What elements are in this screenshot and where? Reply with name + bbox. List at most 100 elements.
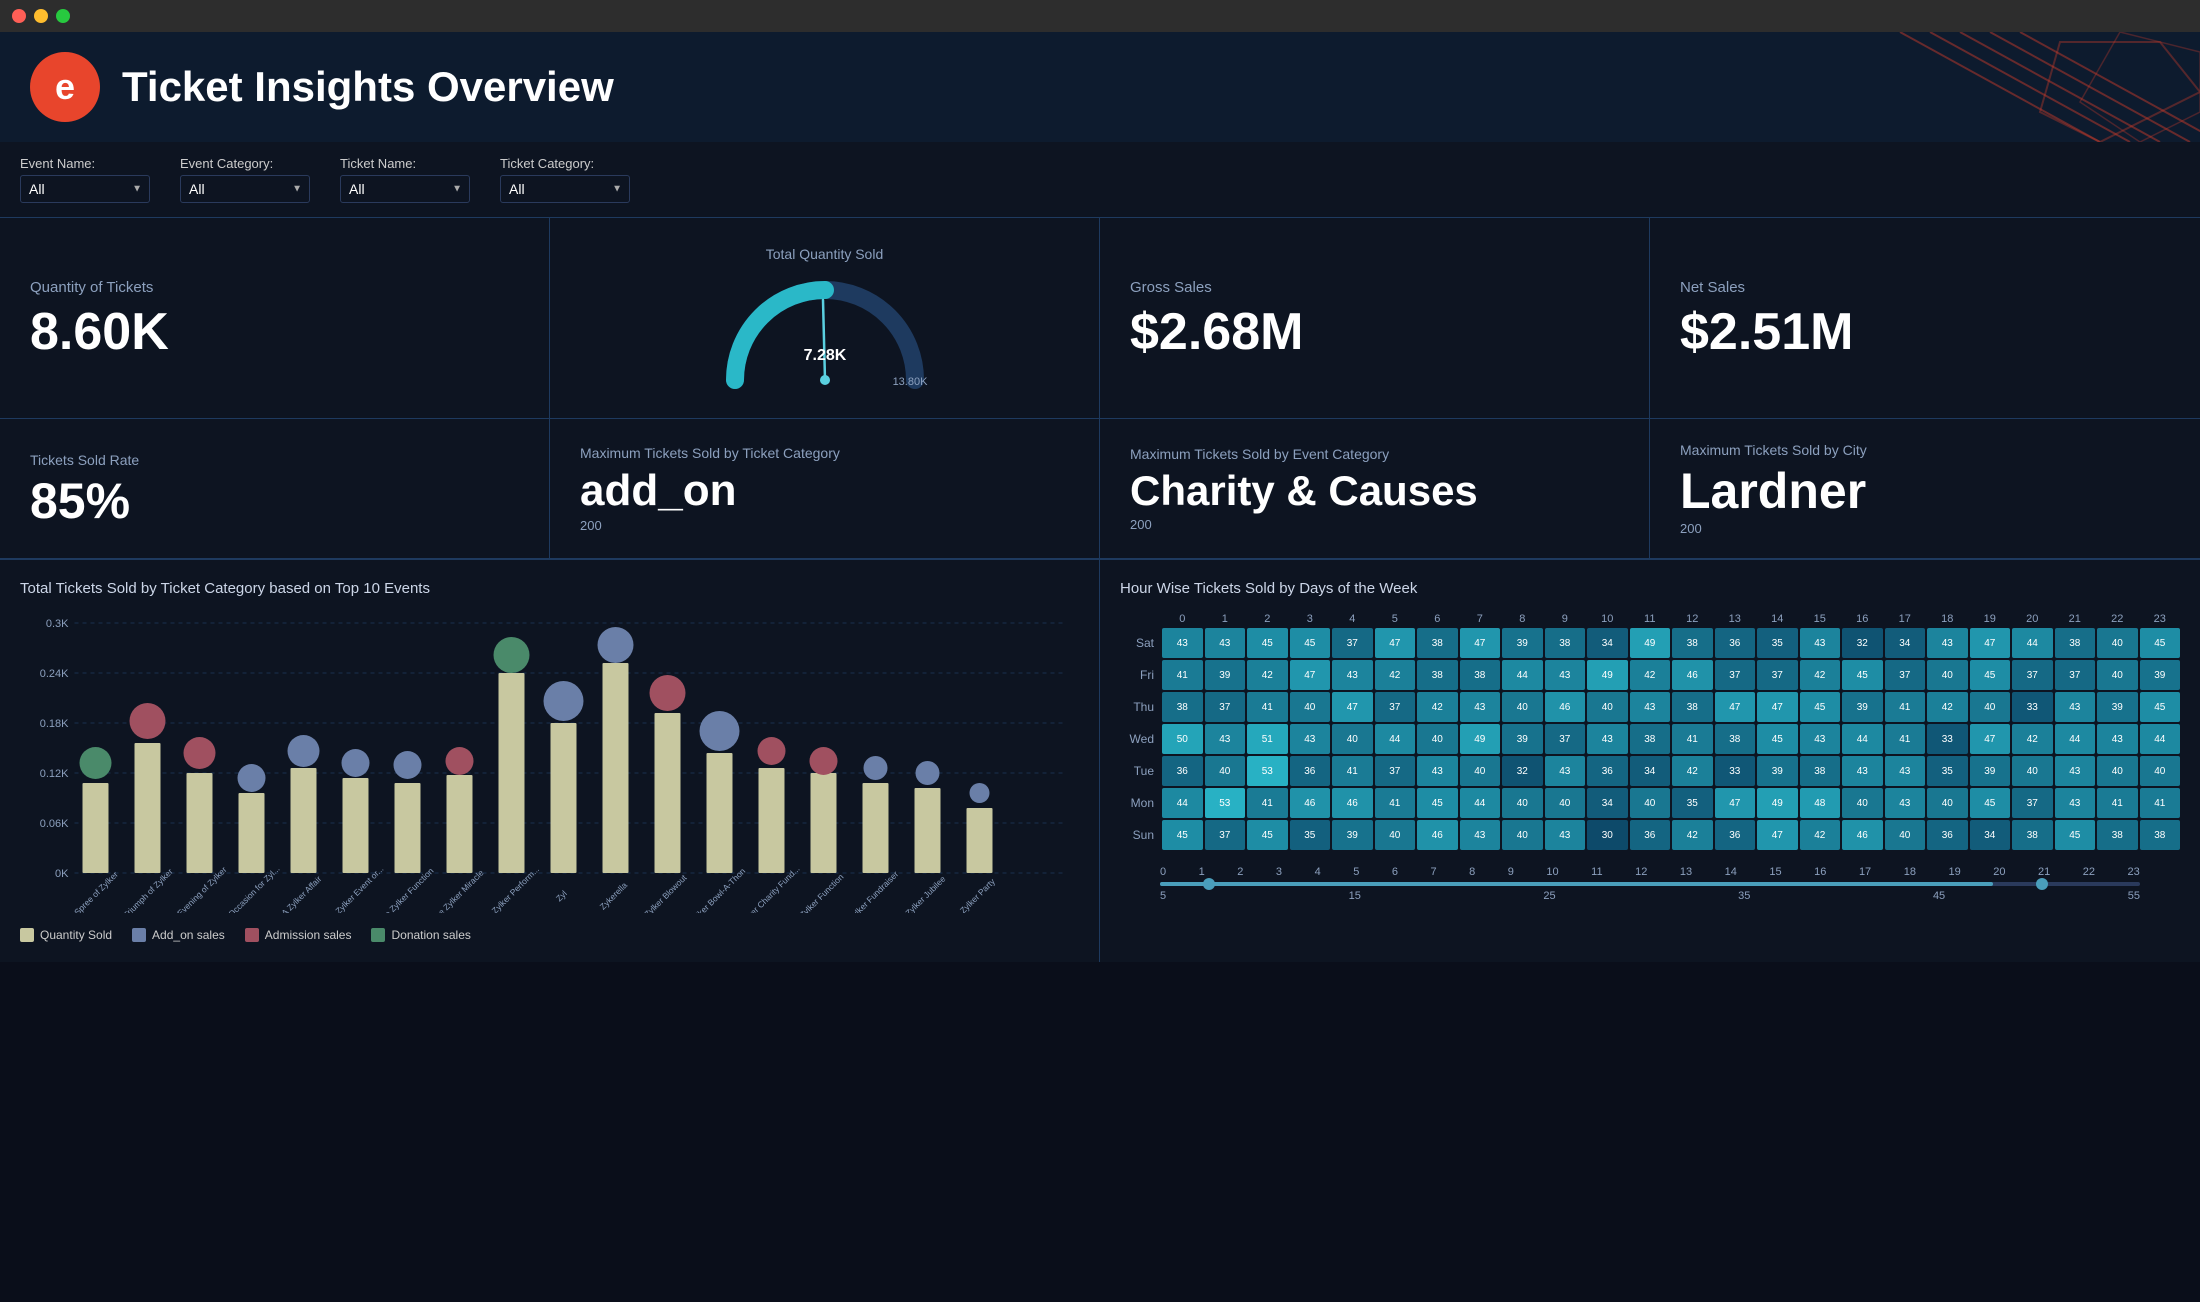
heatmap-cell: 37	[1332, 628, 1373, 658]
slider-track	[1160, 882, 2140, 886]
heatmap-cell: 42	[1417, 692, 1458, 722]
heatmap-cell: 46	[1545, 692, 1586, 722]
heatmap-cell: 40	[1375, 820, 1416, 850]
heatmap-cell: 49	[1757, 788, 1798, 818]
heatmap-cell: 35	[1672, 788, 1713, 818]
svg-text:A Spree of Zylker: A Spree of Zylker	[67, 869, 120, 913]
slider-area[interactable]: 01234567891011121314151617181920212223 5…	[1120, 866, 2180, 902]
max-city-value: Lardner	[1680, 466, 1866, 516]
heatmap-col-label: 10	[1587, 613, 1628, 625]
heatmap-col-label: 14	[1757, 613, 1798, 625]
heatmap-cell: 47	[1970, 724, 2011, 754]
heatmap-cell: 39	[2140, 660, 2181, 690]
heatmap-cell: 47	[1970, 628, 2011, 658]
max-city-label: Maximum Tickets Sold by City	[1680, 442, 1867, 458]
heatmap-cell: 46	[1290, 788, 1331, 818]
heatmap-cell: 38	[1672, 628, 1713, 658]
heatmap-cell: 43	[1205, 628, 1246, 658]
heatmap-cell: 43	[1417, 756, 1458, 786]
svg-text:A Zylker Affair: A Zylker Affair	[279, 874, 323, 913]
close-button[interactable]	[12, 9, 26, 23]
heatmap-cell: 44	[1502, 660, 1543, 690]
heatmap-cell: 38	[1800, 756, 1841, 786]
svg-text:The Zylker Miracle: The Zylker Miracle	[429, 867, 486, 913]
heatmap-cell: 43	[2055, 788, 2096, 818]
heatmap-cell: 43	[1332, 660, 1373, 690]
heatmap-cell: 43	[1630, 692, 1671, 722]
slider-bottom-labels: 5 15 25 35 45 55	[1160, 890, 2140, 902]
max-event-cat-value: Charity & Causes	[1130, 470, 1478, 512]
event-category-select-wrapper[interactable]: All	[180, 175, 310, 203]
heatmap-cell: 53	[1205, 788, 1246, 818]
heatmap-cell: 38	[1460, 660, 1501, 690]
heatmap-cell: 45	[1290, 628, 1331, 658]
maximize-button[interactable]	[56, 9, 70, 23]
heatmap-cell: 40	[1460, 756, 1501, 786]
quantity-tickets-card: Quantity of Tickets 8.60K	[0, 218, 550, 419]
heatmap-col-label: 4	[1332, 613, 1373, 625]
heatmap-cell: 43	[1800, 724, 1841, 754]
heatmap-cell: 40	[2097, 756, 2138, 786]
ticket-name-select-wrapper[interactable]: All	[340, 175, 470, 203]
minimize-button[interactable]	[34, 9, 48, 23]
heatmap-cell: 37	[2012, 660, 2053, 690]
heatmap-cell: 38	[1630, 724, 1671, 754]
heatmap-cell: 32	[1502, 756, 1543, 786]
heatmap-cell: 47	[1290, 660, 1331, 690]
event-category-select[interactable]: All	[180, 175, 310, 203]
heatmap-cell: 34	[1630, 756, 1671, 786]
heatmap-cell: 41	[1332, 756, 1373, 786]
ticket-name-select[interactable]: All	[340, 175, 470, 203]
net-sales-card: Net Sales $2.51M	[1650, 218, 2200, 419]
heatmap-cell: 40	[1630, 788, 1671, 818]
heatmap-cell: 38	[1715, 724, 1756, 754]
heatmap-cell: 42	[1247, 660, 1288, 690]
heatmap-cell: 37	[1545, 724, 1586, 754]
slider-handle-left[interactable]	[1203, 878, 1215, 890]
heatmap-grid: 01234567891011121314151617181920212223Sa…	[1120, 613, 2180, 850]
heatmap-cell: 45	[1970, 788, 2011, 818]
net-sales-value: $2.51M	[1680, 306, 1853, 358]
heatmap-col-label: 1	[1205, 613, 1246, 625]
heatmap-cell: 41	[1885, 692, 1926, 722]
heatmap-cell: 46	[1417, 820, 1458, 850]
heatmap-cell: 53	[1247, 756, 1288, 786]
heatmap-cell: 42	[1375, 660, 1416, 690]
heatmap-cell: 38	[1545, 628, 1586, 658]
heatmap-col-headers: 01234567891011121314151617181920212223	[1120, 613, 2180, 625]
bar-chart-svg: 0.3K 0.24K 0.18K 0.12K 0.06K 0K	[20, 613, 1079, 913]
heatmap-cell: 37	[1885, 660, 1926, 690]
heatmap-cell: 47	[1332, 692, 1373, 722]
heatmap-col-label: 19	[1970, 613, 2011, 625]
heatmap-cell: 40	[2097, 660, 2138, 690]
max-event-cat-label: Maximum Tickets Sold by Event Category	[1130, 446, 1389, 462]
ticket-category-select[interactable]: All	[500, 175, 630, 203]
heatmap-cell: 38	[2055, 628, 2096, 658]
svg-text:Zylker Function: Zylker Function	[797, 872, 845, 913]
event-name-select-wrapper[interactable]: All	[20, 175, 150, 203]
heatmap-cell: 38	[1417, 660, 1458, 690]
heatmap-cell: 47	[1715, 788, 1756, 818]
svg-text:0.18K: 0.18K	[40, 718, 69, 730]
ticket-category-select-wrapper[interactable]: All	[500, 175, 630, 203]
heatmap-cell: 44	[1842, 724, 1883, 754]
svg-text:0.3K: 0.3K	[46, 618, 69, 630]
tickets-sold-rate-card: Tickets Sold Rate 85%	[0, 419, 550, 559]
heatmap-cell: 43	[1460, 692, 1501, 722]
heatmap-row-label: Sat	[1120, 628, 1160, 658]
gross-sales-label: Gross Sales	[1130, 279, 1212, 296]
heatmap-cell: 40	[1970, 692, 2011, 722]
heatmap-cell: 35	[1290, 820, 1331, 850]
heatmap-cell: 35	[1757, 628, 1798, 658]
heatmap-cell: 46	[1672, 660, 1713, 690]
heatmap-cell: 42	[1672, 756, 1713, 786]
heatmap-cell: 40	[1927, 660, 1968, 690]
event-name-select[interactable]: All	[20, 175, 150, 203]
header-decoration	[1700, 32, 2200, 142]
heatmap-cell: 47	[1757, 820, 1798, 850]
heatmap-cell: 41	[2097, 788, 2138, 818]
slider-handle-right[interactable]	[2036, 878, 2048, 890]
heatmap-cell: 43	[1842, 756, 1883, 786]
bar-chart-panel: Total Tickets Sold by Ticket Category ba…	[0, 559, 1100, 962]
heatmap-cell: 40	[1545, 788, 1586, 818]
